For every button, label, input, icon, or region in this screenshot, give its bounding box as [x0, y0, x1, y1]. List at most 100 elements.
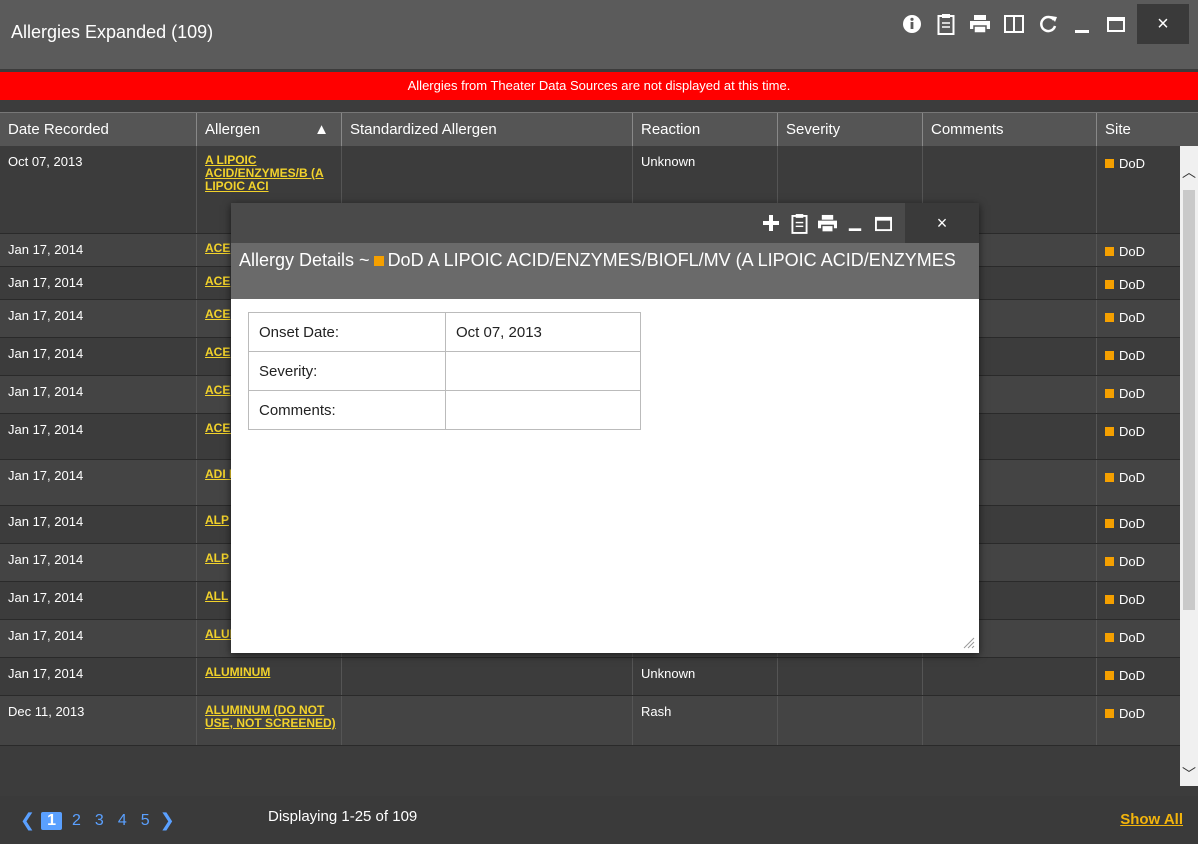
detail-label: Comments:	[248, 390, 446, 430]
site-marker-icon	[1105, 671, 1114, 680]
col-reaction[interactable]: Reaction	[633, 113, 778, 147]
cell-site: DoD	[1097, 460, 1180, 505]
col-comments[interactable]: Comments	[923, 113, 1097, 147]
modal-close-button[interactable]: ×	[905, 203, 979, 243]
resize-handle-icon[interactable]	[961, 635, 975, 649]
site-marker-icon	[373, 256, 384, 266]
page-4-button[interactable]: 4	[114, 812, 131, 830]
modal-icons: ×	[757, 203, 979, 243]
modal-title-prefix: Allergy Details ~	[239, 250, 370, 270]
page-3-button[interactable]: 3	[91, 812, 108, 830]
refresh-icon[interactable]	[1031, 7, 1065, 41]
site-marker-icon	[1105, 351, 1114, 360]
site-label: DoD	[1119, 592, 1146, 607]
col-site[interactable]: Site	[1097, 113, 1198, 147]
cell-site: DoD	[1097, 267, 1180, 299]
cell-site: DoD	[1097, 506, 1180, 543]
clipboard-icon[interactable]	[929, 7, 963, 41]
site-label: DoD	[1119, 470, 1146, 485]
close-icon: ×	[936, 212, 948, 233]
site-marker-icon	[1105, 595, 1114, 604]
add-icon[interactable]	[757, 208, 785, 238]
site-marker-icon	[1105, 159, 1114, 168]
site-marker-icon	[1105, 473, 1114, 482]
cell-date: Jan 17, 2014	[0, 582, 197, 619]
maximize-icon[interactable]	[1099, 7, 1133, 41]
allergy-details-modal: × Allergy Details ~ DoD A LIPOIC ACID/ENZ…	[231, 203, 979, 653]
sort-up-icon: ▲	[314, 121, 329, 138]
prev-page-icon[interactable]: ❮	[20, 810, 35, 831]
site-marker-icon	[1105, 709, 1114, 718]
scroll-up-icon[interactable]: ︿	[1180, 160, 1198, 184]
vertical-scrollbar[interactable]: ︿ ﹀	[1180, 146, 1198, 786]
cell-allergen-link[interactable]: ALUMINUM	[197, 658, 342, 695]
cell-site: DoD	[1097, 234, 1180, 266]
col-date-recorded[interactable]: Date Recorded	[0, 113, 197, 147]
cell-reaction: Rash	[633, 696, 778, 745]
col-allergen[interactable]: Allergen ▲	[197, 113, 342, 147]
cell-date: Jan 17, 2014	[0, 414, 197, 459]
cell-reaction: Unknown	[633, 658, 778, 695]
cell-date: Jan 17, 2014	[0, 544, 197, 581]
col-standardized-allergen[interactable]: Standardized Allergen	[342, 113, 633, 147]
cell-date: Oct 07, 2013	[0, 146, 197, 233]
cell-standardized-allergen	[342, 658, 633, 695]
col-severity[interactable]: Severity	[778, 113, 923, 147]
site-label: DoD	[1119, 348, 1146, 363]
cell-site: DoD	[1097, 146, 1180, 233]
show-all-link[interactable]: Show All	[1120, 811, 1183, 828]
cell-site: DoD	[1097, 376, 1180, 413]
print-icon[interactable]	[813, 208, 841, 238]
cell-date: Jan 17, 2014	[0, 376, 197, 413]
site-label: DoD	[1119, 630, 1146, 645]
cell-date: Jan 17, 2014	[0, 460, 197, 505]
columns-icon[interactable]	[997, 7, 1031, 41]
table-row[interactable]: Jan 17, 2014ALUMINUM Unknown DoD	[0, 658, 1180, 696]
site-label: DoD	[1119, 386, 1146, 401]
cell-site: DoD	[1097, 300, 1180, 337]
page-5-button[interactable]: 5	[137, 812, 154, 830]
site-marker-icon	[1105, 519, 1114, 528]
site-label: DoD	[1119, 277, 1146, 292]
window-toolbar: ×	[895, 0, 1198, 48]
cell-allergen-link[interactable]: ALUMINUM (DO NOT USE, NOT SCREENED)	[197, 696, 342, 745]
cell-severity	[778, 696, 923, 745]
detail-label: Severity:	[248, 351, 446, 391]
next-page-icon[interactable]: ❯	[160, 810, 175, 831]
site-marker-icon	[1105, 427, 1114, 436]
table-row[interactable]: Dec 11, 2013 ALUMINUM (DO NOT USE, NOT SC…	[0, 696, 1180, 746]
cell-date: Dec 11, 2013	[0, 696, 197, 745]
modal-toolbar: ×	[231, 203, 979, 243]
scrollbar-thumb[interactable]	[1183, 190, 1195, 610]
site-label: DoD	[1119, 244, 1146, 259]
site-marker-icon	[1105, 633, 1114, 642]
site-label: DoD	[1119, 424, 1146, 439]
page-1-button[interactable]: 1	[41, 811, 62, 830]
site-label: DoD	[1119, 310, 1146, 325]
maximize-icon[interactable]	[869, 208, 897, 238]
pagination: ❮ 1 2 3 4 5 ❯	[20, 810, 175, 831]
info-icon[interactable]	[895, 7, 929, 41]
print-icon[interactable]	[963, 7, 997, 41]
minimize-icon[interactable]	[1065, 7, 1099, 41]
cell-date: Jan 17, 2014	[0, 506, 197, 543]
detail-row: Comments:	[248, 390, 641, 430]
cell-severity	[778, 658, 923, 695]
scroll-down-icon[interactable]: ﹀	[1180, 762, 1198, 786]
close-button[interactable]: ×	[1137, 4, 1189, 44]
cell-site: DoD	[1097, 338, 1180, 375]
theater-data-banner: Allergies from Theater Data Sources are …	[0, 72, 1198, 100]
site-label: DoD	[1119, 668, 1146, 683]
site-marker-icon	[1105, 313, 1114, 322]
allergy-details-table: Onset Date: Oct 07, 2013 Severity: Comme…	[248, 312, 641, 430]
site-marker-icon	[1105, 280, 1114, 289]
detail-value: Oct 07, 2013	[445, 312, 641, 352]
minimize-icon[interactable]	[841, 208, 869, 238]
cell-comments	[923, 658, 1097, 695]
clipboard-icon[interactable]	[785, 208, 813, 238]
page-2-button[interactable]: 2	[68, 812, 85, 830]
title-bar: Allergies Expanded (109) ×	[0, 0, 1198, 69]
site-marker-icon	[1105, 557, 1114, 566]
col-allergen-label: Allergen	[205, 121, 261, 138]
cell-date: Jan 17, 2014	[0, 338, 197, 375]
